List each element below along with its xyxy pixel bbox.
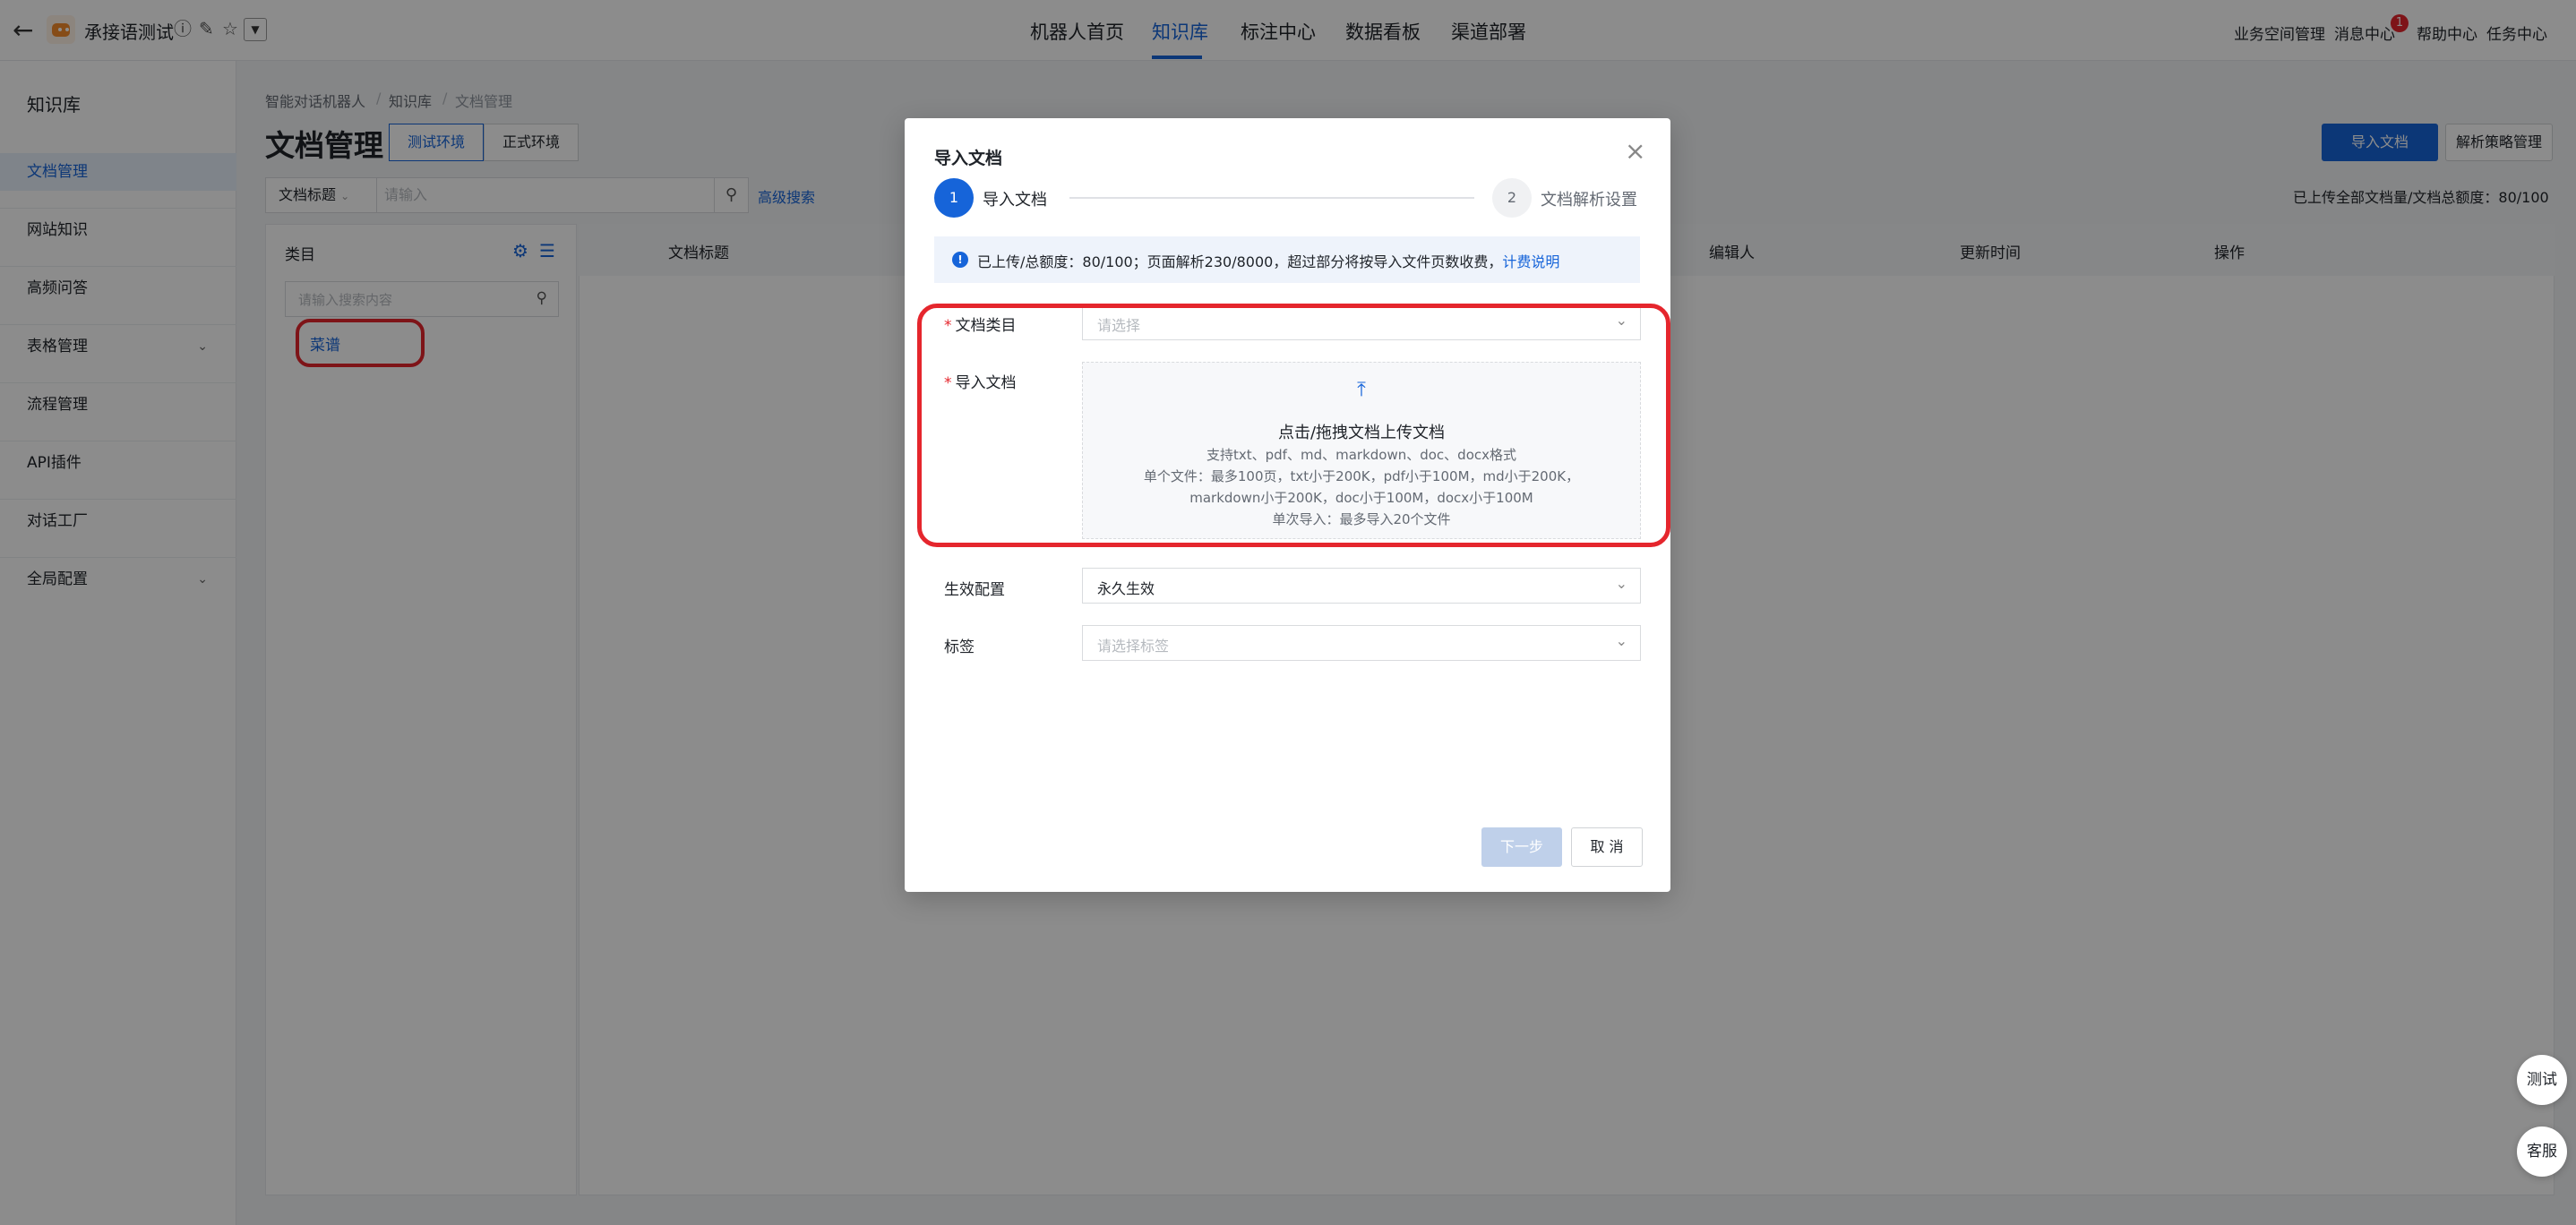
step-1-label: 导入文档 [983,191,1047,210]
cancel-button[interactable]: 取 消 [1571,827,1643,867]
step-2-label: 文档解析设置 [1541,191,1637,210]
effect-config-select[interactable]: 永久生效 ⌄ [1082,568,1641,604]
notice-text: 已上传/总额度：80/100；页面解析230/8000，超过部分将按导入文件页数… [977,253,1503,270]
test-float-button[interactable]: 测试 [2517,1055,2567,1105]
info-icon: ! [952,252,968,268]
effect-config-label: 生效配置 [944,581,1005,599]
tag-label: 标签 [944,638,975,656]
highlight-annotation [917,304,1670,547]
chevron-down-icon: ⌄ [1615,632,1627,649]
customer-service-float-button[interactable]: 客服 [2517,1126,2567,1177]
step-2-indicator: 2 [1492,178,1532,218]
billing-link[interactable]: 计费说明 [1502,253,1559,270]
tag-select-placeholder: 请选择标签 [1097,638,1170,655]
chevron-down-icon: ⌄ [1615,575,1627,592]
step-connector [1069,197,1474,199]
quota-notice: ! 已上传/总额度：80/100；页面解析230/8000，超过部分将按导入文件… [934,236,1640,283]
effect-config-value: 永久生效 [1097,580,1155,597]
step-1-indicator: 1 [934,178,974,218]
next-step-button[interactable]: 下一步 [1481,827,1562,867]
close-icon[interactable]: × [1625,138,1645,165]
tag-select[interactable]: 请选择标签 ⌄ [1082,625,1641,661]
modal-title: 导入文档 [934,149,1003,168]
